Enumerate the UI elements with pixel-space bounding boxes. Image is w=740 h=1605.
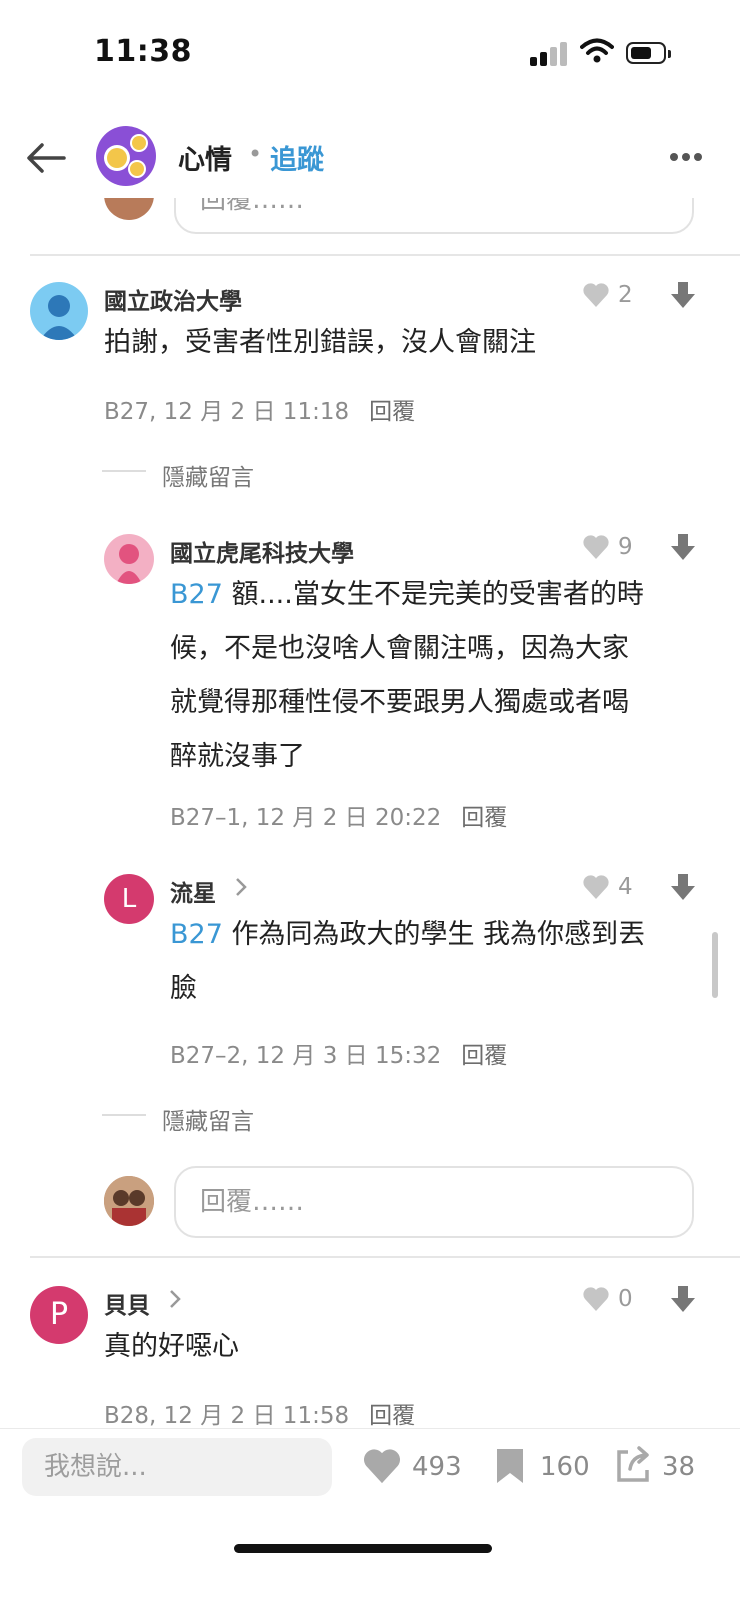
status-time: 11:38 bbox=[94, 34, 192, 69]
reply-input[interactable]: 回覆…… bbox=[174, 198, 694, 234]
like-count: 4 bbox=[618, 874, 633, 900]
previous-reply-area: 回覆…… bbox=[0, 198, 740, 254]
chevron-right-icon[interactable] bbox=[234, 876, 248, 902]
more-icon[interactable] bbox=[670, 146, 706, 165]
comment-meta: B28, 12 月 2 日 11:58 回覆 bbox=[104, 1396, 415, 1430]
text-line: 候，不是也沒啥人會關注嗎，因為大家 bbox=[170, 633, 629, 664]
text-line: 醉就沒事了 bbox=[170, 741, 305, 772]
chevron-right-icon[interactable] bbox=[168, 1288, 182, 1314]
comment-floor-time: B27, 12 月 2 日 11:18 bbox=[104, 399, 350, 425]
post-like-count: 493 bbox=[412, 1452, 462, 1482]
like-count: 9 bbox=[618, 534, 633, 560]
comment-text: B27 作為同為政大的學生 我為你感到丟 臉 bbox=[170, 908, 700, 1016]
cellular-signal-icon bbox=[530, 42, 570, 66]
user-avatar[interactable] bbox=[30, 282, 88, 340]
board-avatar[interactable] bbox=[96, 126, 156, 186]
bookmark-icon[interactable] bbox=[494, 1446, 526, 1490]
post-like-button[interactable] bbox=[362, 1447, 402, 1489]
comment-text: 拍謝，受害者性別錯誤，沒人會關注 bbox=[104, 327, 536, 358]
separator-dot: • bbox=[248, 140, 263, 168]
user-avatar bbox=[104, 1176, 154, 1226]
comment-floor-time: B27–1, 12 月 2 日 20:22 bbox=[170, 805, 442, 831]
like-count: 2 bbox=[618, 282, 633, 308]
home-indicator[interactable] bbox=[234, 1544, 492, 1553]
reply-button[interactable]: 回覆 bbox=[369, 1403, 415, 1429]
scrollbar[interactable] bbox=[712, 932, 718, 998]
comment-text: 真的好噁心 bbox=[104, 1331, 239, 1362]
comment-text: B27 額....當女生不是完美的受害者的時 候，不是也沒啥人會關注嗎，因為大家… bbox=[170, 568, 700, 784]
user-avatar bbox=[104, 198, 154, 220]
like-button[interactable] bbox=[582, 1286, 610, 1316]
comment-floor-time: B27–2, 12 月 3 日 15:32 bbox=[170, 1043, 442, 1069]
divider-line bbox=[102, 470, 146, 472]
user-avatar[interactable]: L bbox=[104, 874, 154, 924]
comment-meta: B27–2, 12 月 3 日 15:32 回覆 bbox=[170, 1036, 507, 1070]
like-button[interactable] bbox=[582, 874, 610, 904]
divider bbox=[30, 1256, 740, 1258]
reply-button[interactable]: 回覆 bbox=[461, 805, 507, 831]
comment-input[interactable]: 我想說... bbox=[22, 1438, 332, 1496]
text-line: 就覺得那種性侵不要跟男人獨處或者喝 bbox=[170, 687, 629, 718]
user-avatar[interactable]: P bbox=[30, 1286, 88, 1344]
follow-button[interactable]: 追蹤 bbox=[270, 138, 324, 177]
heart-icon bbox=[583, 283, 609, 307]
share-count: 38 bbox=[662, 1452, 696, 1482]
heart-icon bbox=[583, 875, 609, 899]
hide-comments-button[interactable]: 隱藏留言 bbox=[162, 1102, 254, 1136]
wifi-icon bbox=[580, 38, 614, 68]
comment-author[interactable]: 流星 bbox=[170, 874, 216, 908]
comment-meta: B27, 12 月 2 日 11:18 回覆 bbox=[104, 392, 415, 426]
divider bbox=[30, 254, 740, 256]
downvote-icon[interactable] bbox=[670, 1284, 696, 1318]
comment-floor-time: B28, 12 月 2 日 11:58 bbox=[104, 1403, 350, 1429]
board-name[interactable]: 心情 bbox=[178, 138, 232, 177]
comment-author[interactable]: 貝貝 bbox=[104, 1286, 150, 1320]
battery-icon bbox=[626, 42, 671, 64]
share-icon[interactable] bbox=[614, 1444, 654, 1488]
heart-icon bbox=[583, 535, 609, 559]
comment-author[interactable]: 國立虎尾科技大學 bbox=[170, 534, 354, 568]
downvote-icon[interactable] bbox=[670, 872, 696, 906]
reply-button[interactable]: 回覆 bbox=[461, 1043, 507, 1069]
reply-input[interactable]: 回覆…… bbox=[174, 1166, 694, 1238]
text-line: 臉 bbox=[170, 973, 197, 1004]
heart-icon bbox=[583, 1287, 609, 1311]
downvote-icon[interactable] bbox=[670, 532, 696, 566]
floor-tag-link[interactable]: B27 bbox=[170, 919, 223, 950]
user-avatar[interactable] bbox=[104, 534, 154, 584]
hide-comments-button[interactable]: 隱藏留言 bbox=[162, 458, 254, 492]
like-button[interactable] bbox=[582, 534, 610, 564]
comment-meta: B27–1, 12 月 2 日 20:22 回覆 bbox=[170, 798, 507, 832]
text-line: 額....當女生不是完美的受害者的時 bbox=[231, 579, 644, 610]
downvote-icon[interactable] bbox=[670, 280, 696, 314]
comment-author[interactable]: 國立政治大學 bbox=[104, 282, 242, 316]
like-count: 0 bbox=[618, 1286, 633, 1312]
text-line: 作為同為政大的學生 我為你感到丟 bbox=[231, 919, 646, 950]
floor-tag-link[interactable]: B27 bbox=[170, 579, 223, 610]
divider-line bbox=[102, 1114, 146, 1116]
like-button[interactable] bbox=[582, 282, 610, 312]
heart-icon bbox=[363, 1449, 401, 1484]
back-arrow-icon[interactable] bbox=[24, 136, 68, 180]
bookmark-count: 160 bbox=[540, 1452, 590, 1482]
reply-button[interactable]: 回覆 bbox=[369, 399, 415, 425]
